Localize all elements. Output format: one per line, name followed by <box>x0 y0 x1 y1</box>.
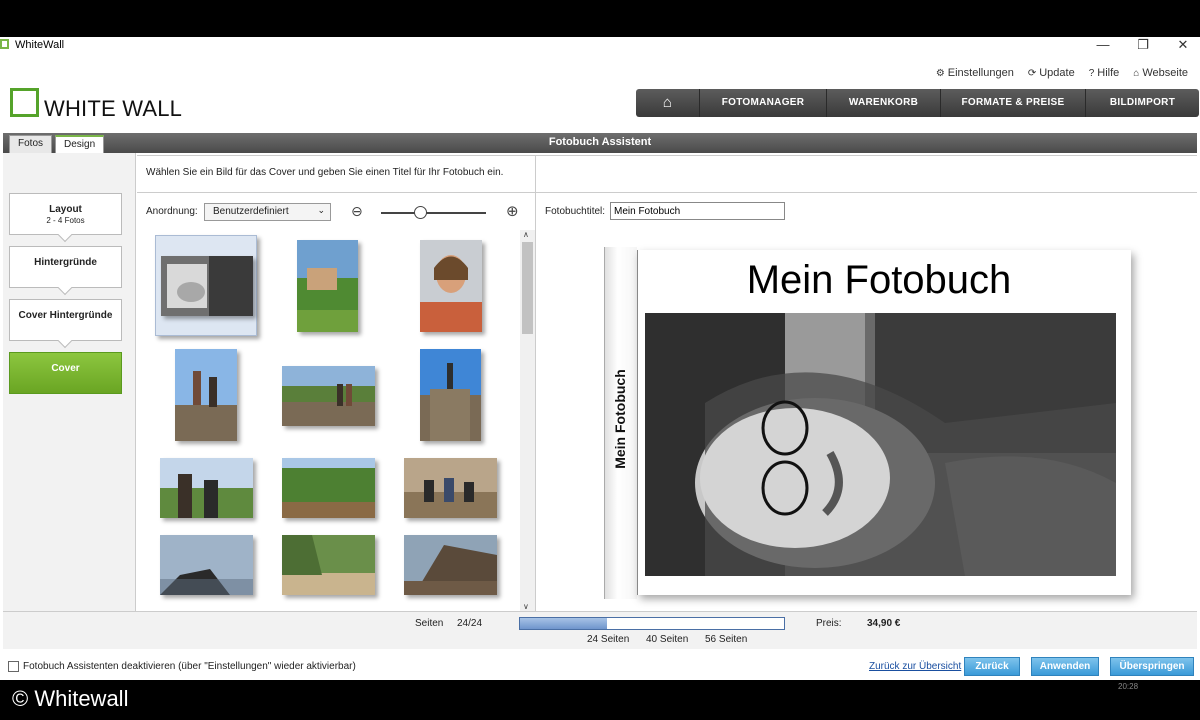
help-link-label: Hilfe <box>1097 67 1120 79</box>
update-icon: ⟳ <box>1027 68 1037 79</box>
help-link[interactable]: ? Hilfe <box>1089 67 1120 79</box>
home-icon: ⌂ <box>1133 68 1140 79</box>
tick-40-seiten: 40 Seiten <box>646 634 689 645</box>
zoom-slider-thumb[interactable] <box>413 206 427 219</box>
maximize-button[interactable]: ❐ <box>1133 37 1153 53</box>
photo-thumbnail[interactable] <box>160 535 253 595</box>
settings-link[interactable]: ⚙ Einstellungen <box>936 67 1014 79</box>
pages-progress-bar[interactable] <box>519 617 785 630</box>
update-link-label: Update <box>1039 67 1075 79</box>
zoom-slider[interactable] <box>381 212 486 214</box>
minimize-button[interactable]: — <box>1093 37 1113 52</box>
window-title: WhiteWall <box>15 39 65 51</box>
pages-value: 24/24 <box>457 618 483 629</box>
pages-progress-fill <box>520 618 608 629</box>
pages-label: Seiten <box>415 618 444 629</box>
cover-title: Mein Fotobuch <box>746 258 1012 302</box>
zoom-in-icon[interactable]: ⊕ <box>506 202 519 220</box>
back-button[interactable]: Zurück <box>964 657 1020 676</box>
step-hintergruende[interactable]: Hintergründe <box>9 246 122 296</box>
photo-thumbnail[interactable] <box>282 458 375 518</box>
tab-fotos[interactable]: Fotos <box>9 135 53 153</box>
nav-bildimport[interactable]: BILDIMPORT <box>1086 89 1199 117</box>
tick-56-seiten: 56 Seiten <box>705 634 748 645</box>
step-cover-hintergruende-label: Cover Hintergründe <box>18 310 113 321</box>
price-label: Preis: <box>816 618 842 629</box>
grid-scrollbar[interactable]: ∧ ∨ <box>520 230 535 611</box>
photo-grid <box>137 230 535 611</box>
step-cover-hintergruende[interactable]: Cover Hintergründe <box>9 299 122 349</box>
website-link-label: Webseite <box>1142 67 1188 79</box>
photo-thumbnail[interactable] <box>160 458 253 518</box>
photo-thumbnail[interactable] <box>282 366 375 426</box>
arrangement-select[interactable]: Benutzerdefiniert ⌄ <box>204 203 331 221</box>
nav-warenkorb[interactable]: WARENKORB <box>827 89 941 117</box>
arrangement-label: Anordnung: <box>146 206 198 217</box>
photo-thumbnail[interactable] <box>161 256 253 316</box>
photo-thumbnail[interactable] <box>420 240 482 332</box>
step-cover[interactable]: Cover <box>9 352 122 394</box>
step-hintergruende-label: Hintergründe <box>34 257 97 268</box>
logo-text: WHITE WALL <box>44 96 183 121</box>
update-link[interactable]: ⟳ Update <box>1028 67 1075 79</box>
chevron-down-icon: ⌄ <box>317 205 325 215</box>
photo-thumbnail[interactable] <box>175 349 237 441</box>
tab-design[interactable]: Design <box>55 135 105 153</box>
website-link[interactable]: ⌂ Webseite <box>1133 67 1188 79</box>
logo: WHITE WALL <box>10 88 190 122</box>
assistant-title: Fotobuch Assistent <box>548 136 652 148</box>
nav-fotomanager[interactable]: FOTOMANAGER <box>700 89 827 117</box>
scrollbar-thumb[interactable] <box>522 242 533 334</box>
photo-thumbnail[interactable] <box>282 535 375 595</box>
logo-square-icon <box>10 88 39 117</box>
back-to-overview-link[interactable]: Zurück zur Übersicht <box>869 661 961 672</box>
disable-assistant-label: Fotobuch Assistenten deaktivieren (über … <box>23 661 356 672</box>
photo-thumbnail[interactable] <box>297 240 358 332</box>
step-layout[interactable]: Layout 2 - 4 Fotos <box>9 193 122 243</box>
arrangement-value: Benutzerdefiniert <box>213 206 289 217</box>
main-nav: ⌂ FOTOMANAGER WARENKORB FORMATE & PREISE… <box>636 89 1199 117</box>
disable-assistant-checkbox[interactable] <box>8 661 19 672</box>
divider <box>137 155 1197 156</box>
image-credit: © Whitewall <box>12 686 129 711</box>
settings-link-label: Einstellungen <box>947 67 1014 79</box>
spine-title-text: Mein Fotobuch <box>612 369 628 469</box>
zoom-out-icon[interactable]: ⊖ <box>351 203 363 220</box>
step-layout-sub: 2 - 4 Fotos <box>46 216 85 225</box>
chevron-up-icon[interactable]: ∧ <box>523 230 529 239</box>
help-icon: ? <box>1088 68 1095 79</box>
cover-photo[interactable] <box>645 313 1116 576</box>
assistant-header: Fotobuch Assistent Fotos Design <box>3 133 1197 153</box>
step-cover-label: Cover <box>51 363 80 374</box>
book-title-input[interactable] <box>610 202 785 220</box>
divider <box>137 192 1197 193</box>
gear-icon: ⚙ <box>935 68 945 79</box>
skip-button[interactable]: Überspringen <box>1110 657 1194 676</box>
apply-button[interactable]: Anwenden <box>1031 657 1099 676</box>
screen-top-border <box>0 0 1200 37</box>
book-title-label: Fotobuchtitel: <box>545 206 606 217</box>
price-value: 34,90 € <box>867 618 901 629</box>
app-icon <box>0 39 9 49</box>
step-layout-label: Layout <box>49 204 82 215</box>
screen-bottom-border <box>0 680 1200 720</box>
home-nav-button[interactable]: ⌂ <box>636 89 700 117</box>
photo-thumbnail[interactable] <box>420 349 481 441</box>
nav-formate-preise[interactable]: FORMATE & PREISE <box>941 89 1086 117</box>
photo-thumbnail[interactable] <box>404 535 497 595</box>
title-bar: WhiteWall — ❐ ✕ <box>0 37 1200 55</box>
taskbar-clock: 20:28 <box>1118 682 1139 691</box>
instruction-text: Wählen Sie ein Bild für das Cover und ge… <box>146 167 504 178</box>
photo-thumbnail[interactable] <box>404 458 497 518</box>
chevron-down-icon[interactable]: ∨ <box>523 602 529 611</box>
home-icon: ⌂ <box>662 94 673 111</box>
tick-24-seiten: 24 Seiten <box>587 634 630 645</box>
close-button[interactable]: ✕ <box>1173 37 1193 53</box>
top-links: ⚙ Einstellungen ⟳ Update ? Hilfe ⌂ Webseite <box>936 67 1188 79</box>
